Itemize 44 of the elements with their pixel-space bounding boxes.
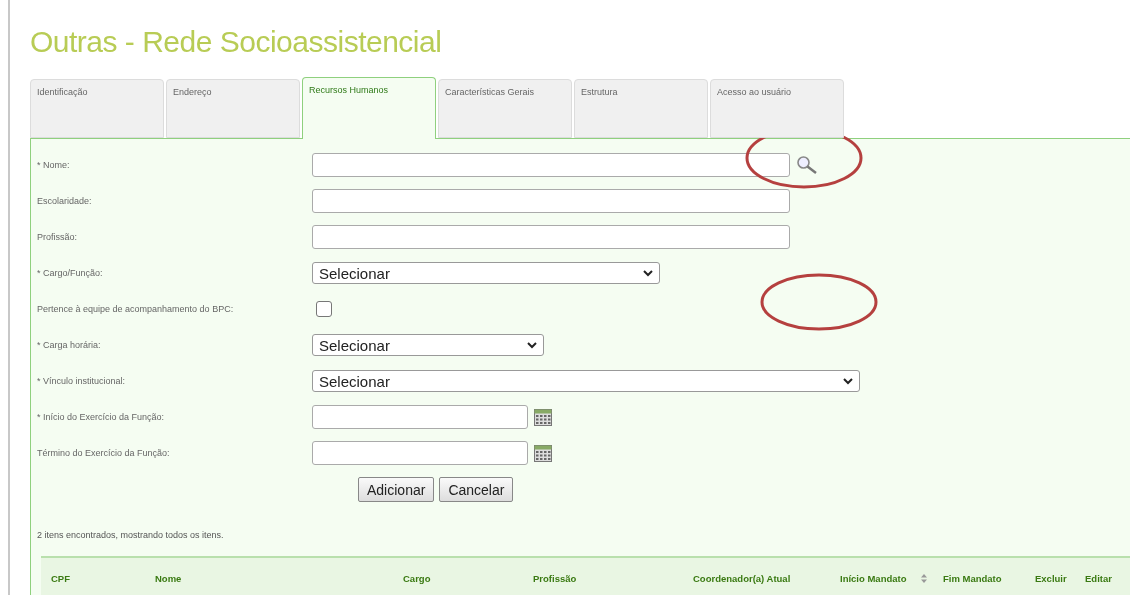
column-header: Fim Mandato [942, 572, 1003, 584]
column-header: Coordenador(a) Atual [692, 572, 792, 584]
tab[interactable]: Acesso ao usuário [710, 79, 844, 138]
column-header: Cargo [402, 572, 432, 584]
chevron-icon [643, 269, 653, 277]
column-header[interactable]: Início Mandato [840, 572, 907, 584]
text-input[interactable] [312, 225, 790, 249]
calendar-icon[interactable] [534, 444, 552, 462]
result-count: 2 itens encontrados, mostrando todos os itens. [37, 530, 225, 540]
field-label: * Cargo/Função: [37, 267, 104, 279]
field-label: * Início do Exercício da Função: [37, 411, 166, 423]
date-input[interactable] [312, 441, 528, 465]
tab[interactable]: Endereço [166, 79, 300, 138]
field-label: Pertence à equipe de acompanhamento do BPC: [37, 303, 235, 315]
cancel-button[interactable]: Cancelar [439, 477, 514, 502]
field-label: Profissão: [37, 231, 79, 243]
field-label: * Vínculo institucional: [37, 375, 127, 387]
name-input[interactable] [312, 153, 790, 177]
tab[interactable]: Recursos Humanos [302, 77, 436, 139]
sort-icon[interactable] [921, 573, 927, 583]
column-header: Editar [1084, 572, 1113, 584]
column-header: Profissão [532, 572, 578, 584]
select-dropdown[interactable]: Selecionar [312, 334, 544, 356]
field-label: * Carga horária: [37, 339, 102, 351]
checkbox[interactable] [316, 301, 332, 317]
chevron-icon [527, 341, 537, 349]
field-label: Escolaridade: [37, 195, 93, 207]
chevron-icon [843, 377, 853, 385]
date-input[interactable] [312, 405, 528, 429]
calendar-icon[interactable] [534, 408, 552, 426]
page-title: Outras - Rede Socioassistencial [30, 24, 443, 60]
tab[interactable]: Características Gerais [438, 79, 572, 138]
column-header: CPF [50, 572, 71, 584]
column-header: Nome [154, 572, 183, 584]
tab[interactable]: Identificação [30, 79, 164, 138]
field-label: * Nome: [37, 159, 71, 171]
select-dropdown[interactable]: Selecionar [312, 370, 860, 392]
add-button[interactable]: Adicionar [358, 477, 435, 502]
search-icon[interactable] [796, 155, 818, 175]
text-input[interactable] [312, 189, 790, 213]
tab[interactable]: Estrutura [574, 79, 708, 138]
column-header: Excluir [1034, 572, 1068, 584]
select-dropdown[interactable]: Selecionar [312, 262, 660, 284]
field-label: Término do Exercício da Função: [37, 447, 171, 459]
